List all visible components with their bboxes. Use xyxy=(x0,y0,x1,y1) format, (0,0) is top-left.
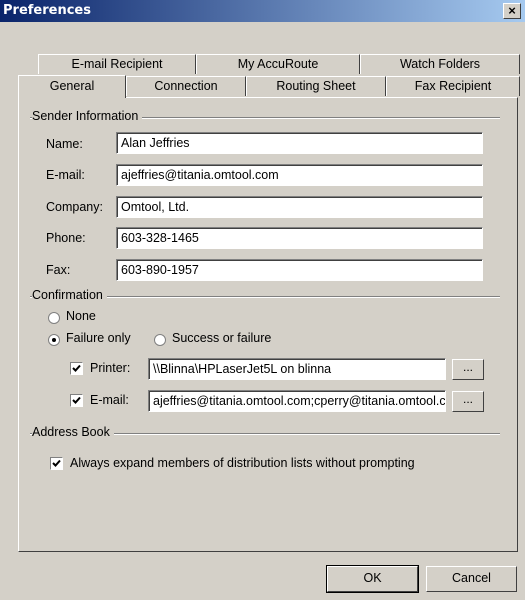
fax-field[interactable]: 603-890-1957 xyxy=(116,259,483,281)
expand-distribution-lists-checkbox[interactable] xyxy=(50,457,63,470)
window-title: Preferences xyxy=(3,3,91,18)
email-confirmation-field[interactable]: ajeffries@titania.omtool.com;cperry@tita… xyxy=(148,390,446,412)
email-field[interactable]: ajeffries@titania.omtool.com xyxy=(116,164,483,186)
close-button[interactable]: × xyxy=(503,3,521,19)
tab-fax-recipient[interactable]: Fax Recipient xyxy=(386,76,520,96)
tab-my-accuroute[interactable]: My AccuRoute xyxy=(196,54,360,74)
preferences-dialog: Preferences × E-mail Recipient My AccuRo… xyxy=(0,0,525,600)
cancel-button[interactable]: Cancel xyxy=(426,566,517,592)
email-browse-button[interactable]: ... xyxy=(452,391,484,412)
expand-distribution-lists-label[interactable]: Always expand members of distribution li… xyxy=(70,456,415,470)
success-or-failure-radio-label[interactable]: Success or failure xyxy=(172,331,271,345)
close-icon: × xyxy=(508,3,516,18)
none-radio-label[interactable]: None xyxy=(66,309,96,323)
tab-email-recipient[interactable]: E-mail Recipient xyxy=(38,54,196,74)
failure-only-radio[interactable] xyxy=(48,334,60,346)
phone-label: Phone: xyxy=(46,231,86,245)
tab-watch-folders[interactable]: Watch Folders xyxy=(360,54,520,74)
name-label: Name: xyxy=(46,137,83,151)
tab-connection[interactable]: Connection xyxy=(126,76,246,96)
confirmation-heading: Confirmation xyxy=(32,288,107,302)
phone-field[interactable]: 603-328-1465 xyxy=(116,227,483,249)
checkmark-icon xyxy=(72,364,81,372)
address-book-heading: Address Book xyxy=(32,425,114,439)
company-label: Company: xyxy=(46,200,103,214)
ok-button[interactable]: OK xyxy=(326,565,419,593)
tab-routing-sheet[interactable]: Routing Sheet xyxy=(246,76,386,96)
email-label: E-mail: xyxy=(46,168,85,182)
email-confirmation-checkbox[interactable] xyxy=(70,394,83,407)
company-field[interactable]: Omtool, Ltd. xyxy=(116,196,483,218)
tab-general[interactable]: General xyxy=(18,75,126,98)
name-field[interactable]: Alan Jeffries xyxy=(116,132,483,154)
fax-label: Fax: xyxy=(46,263,71,277)
sender-information-heading: Sender Information xyxy=(32,109,143,123)
failure-only-radio-label[interactable]: Failure only xyxy=(66,331,131,345)
none-radio[interactable] xyxy=(48,312,60,324)
success-or-failure-radio[interactable] xyxy=(154,334,166,346)
printer-browse-button[interactable]: ... xyxy=(452,359,484,380)
email-confirmation-label: E-mail: xyxy=(90,393,129,407)
checkmark-icon xyxy=(72,396,81,404)
title-bar[interactable]: Preferences × xyxy=(0,0,525,22)
checkmark-icon xyxy=(52,459,61,467)
printer-checkbox[interactable] xyxy=(70,362,83,375)
radio-selected-dot xyxy=(52,338,56,342)
printer-label: Printer: xyxy=(90,361,131,375)
printer-field[interactable]: \\Blinna\HPLaserJet5L on blinna xyxy=(148,358,446,380)
